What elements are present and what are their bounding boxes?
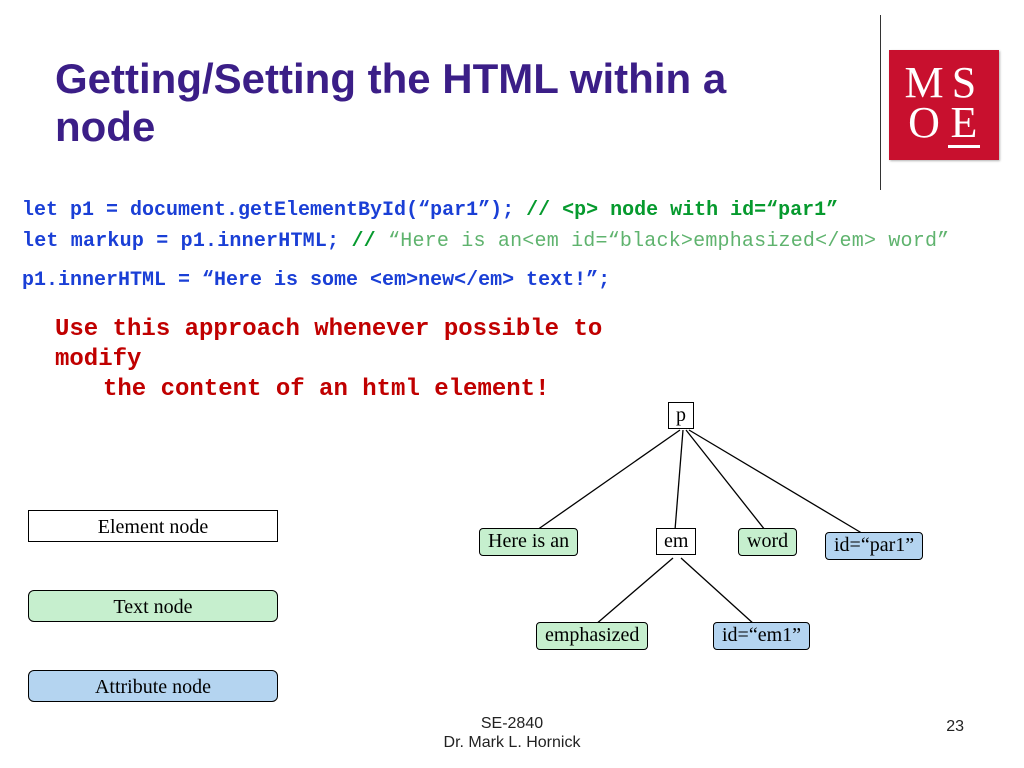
logo-letter-s: S: [944, 63, 984, 103]
legend-text-node: Text node: [28, 590, 278, 622]
code-l2-blue: let markup = p1.innerHTML;: [22, 230, 351, 253]
slide-footer: SE-2840 Dr. Mark L. Hornick: [0, 714, 1024, 752]
node-here-is-an: Here is an: [479, 528, 578, 556]
footer-author: Dr. Mark L. Hornick: [0, 733, 1024, 752]
code-l1-blue: let p1 = document.getElementById(“par1”)…: [22, 199, 526, 222]
slide-title: Getting/Setting the HTML within a node: [55, 55, 835, 152]
code-l1-green: // <p> node with id=“par1”: [526, 199, 838, 222]
code-l2-slash: //: [351, 230, 388, 253]
code-l3-blue: p1.innerHTML = “Here is some <em>new</em…: [22, 269, 610, 292]
node-p: p: [668, 402, 694, 429]
node-id-em1: id=“em1”: [713, 622, 810, 650]
node-em: em: [656, 528, 696, 555]
footer-course: SE-2840: [0, 714, 1024, 733]
legend-element-node: Element node: [28, 510, 278, 542]
advice-text: Use this approach whenever possible to m…: [55, 315, 695, 405]
logo-letter-e: E: [944, 103, 984, 148]
code-block: let p1 = document.getElementById(“par1”)…: [22, 195, 949, 296]
title-divider: [880, 15, 881, 190]
node-id-par1: id=“par1”: [825, 532, 923, 560]
advice-line1: Use this approach whenever possible to m…: [55, 316, 602, 373]
node-word: word: [738, 528, 797, 556]
dom-tree: p Here is an em word id=“par1” emphasize…: [455, 400, 1015, 720]
code-l2-rest: “Here is an<em id=“black>emphasized</em>…: [388, 230, 949, 253]
code-line-1: let p1 = document.getElementById(“par1”)…: [22, 195, 949, 226]
code-line-3: p1.innerHTML = “Here is some <em>new</em…: [22, 265, 949, 296]
legend-attribute-node: Attribute node: [28, 670, 278, 702]
logo-letter-m: M: [904, 63, 944, 103]
msoe-logo: M S O E: [889, 50, 999, 160]
code-line-2: let markup = p1.innerHTML; // “Here is a…: [22, 226, 949, 257]
logo-letter-o: O: [904, 103, 944, 148]
tree-edges: [455, 400, 1015, 720]
page-number: 23: [946, 718, 964, 736]
node-emphasized: emphasized: [536, 622, 648, 650]
